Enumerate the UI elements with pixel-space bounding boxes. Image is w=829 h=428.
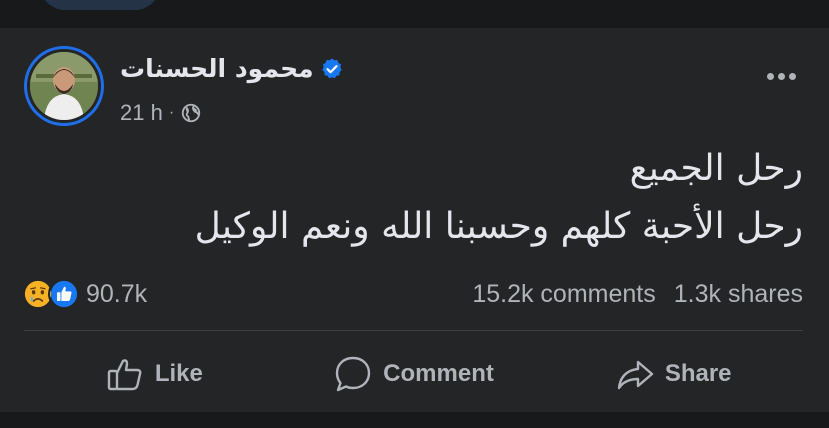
post-meta: 21 h · — [120, 100, 202, 126]
divider — [24, 330, 803, 331]
dot-icon — [766, 72, 774, 80]
feed-gap — [0, 412, 829, 428]
shares-count[interactable]: 1.3k shares — [674, 280, 803, 309]
share-label: Share — [664, 360, 732, 387]
verified-badge-icon — [321, 58, 342, 78]
share-button[interactable]: Share — [543, 346, 803, 402]
dot-icon — [777, 72, 785, 80]
post-body: رحل الجميع رحل الأحبة كلهم وحسبنا الله و… — [43, 140, 803, 256]
globe-icon — [181, 103, 201, 123]
page: محمود الحسنات 21 h · رحل الجميع رحل الأح… — [0, 0, 829, 428]
avatar-image — [30, 52, 98, 120]
meta-separator: · — [168, 104, 175, 121]
reaction-count: 90.7k — [86, 279, 148, 308]
post-timestamp[interactable]: 21 h — [120, 100, 163, 126]
post-text-line: رحل الأحبة كلهم وحسبنا الله ونعم الوكيل — [194, 206, 803, 247]
post-stats: 90.7k 15.2k comments 1.3k shares — [22, 272, 803, 316]
author-avatar[interactable] — [24, 46, 104, 126]
comments-count[interactable]: 15.2k comments — [472, 280, 655, 309]
comment-label: Comment — [383, 360, 494, 387]
author-row: محمود الحسنات — [120, 54, 344, 83]
like-label: Like — [154, 360, 203, 387]
action-bar: Like Comment Share — [24, 346, 803, 402]
dot-icon — [788, 72, 796, 80]
post-header: محمود الحسنات 21 h · — [24, 46, 805, 126]
like-button[interactable]: Like — [24, 346, 284, 402]
top-tab-indicator[interactable] — [40, 0, 160, 10]
post-card: محمود الحسنات 21 h · رحل الجميع رحل الأح… — [0, 28, 829, 412]
comment-button[interactable]: Comment — [284, 346, 544, 402]
thumbs-up-icon — [107, 359, 142, 391]
like-reaction-icon — [48, 278, 80, 310]
engagement-counts: 15.2k comments 1.3k shares — [472, 280, 803, 309]
reaction-summary[interactable]: 90.7k — [22, 278, 147, 310]
more-options-button[interactable] — [761, 64, 801, 88]
comment-icon — [335, 356, 371, 392]
share-arrow-icon — [617, 360, 654, 390]
post-text-line: رحل الجميع — [629, 148, 803, 189]
author-name[interactable]: محمود الحسنات — [120, 54, 314, 83]
